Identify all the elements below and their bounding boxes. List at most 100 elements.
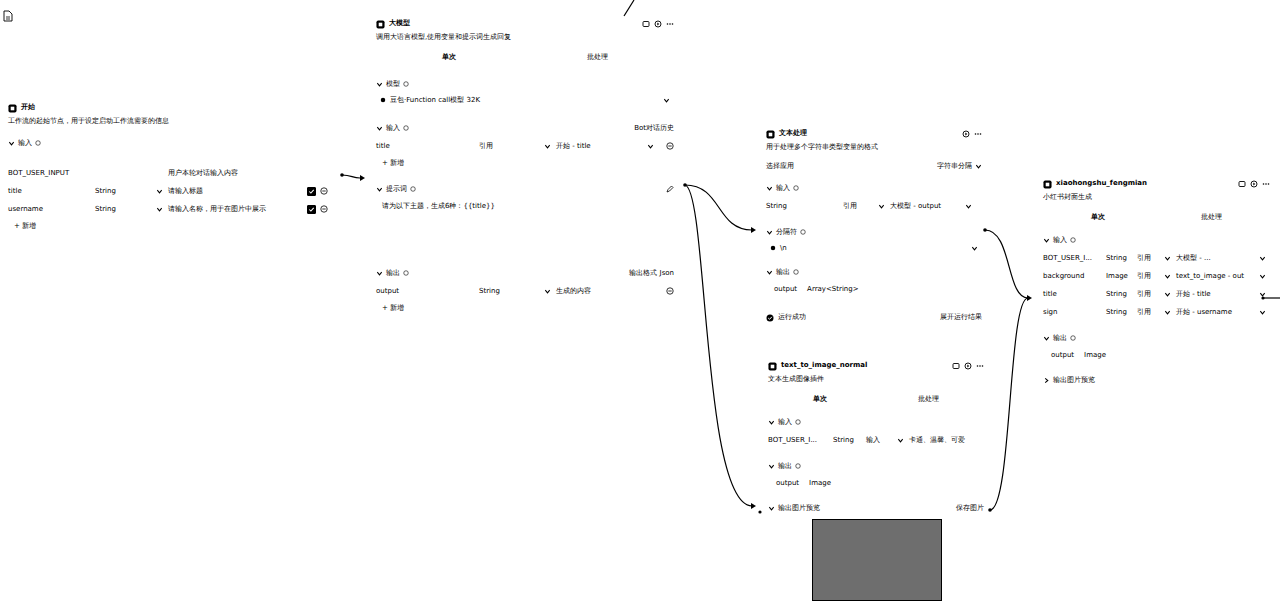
section-header[interactable]: 输入 [766,183,982,193]
field-value[interactable]: output [376,287,476,296]
field-value[interactable]: sign [1043,308,1103,317]
add-button[interactable]: + 新增 [8,222,328,231]
option-select[interactable]: 字符串分隔 [937,162,982,171]
field-value[interactable]: 生成的内容 [556,287,656,296]
field-value[interactable]: String [1106,290,1134,299]
debug-icon[interactable] [1238,180,1246,188]
more-icon[interactable] [1262,180,1270,188]
debug-icon[interactable] [642,20,650,28]
field-value[interactable]: 卡通、温馨、可爱 [909,436,979,445]
mode-tab[interactable]: 单次 [436,52,462,63]
field-value[interactable]: BOT_USER_I... [768,436,830,445]
add-button[interactable]: + 新增 [376,304,674,313]
more-icon[interactable] [666,20,674,28]
field-value[interactable]: Image [1084,351,1108,360]
section-extra[interactable]: 保存图片 [956,504,984,513]
workflow-canvas[interactable]: 开始 工作流的起始节点，用于设定启动工作流需要的信息 输入 BOT_USER_I… [0,0,1280,616]
remove-icon[interactable] [666,287,674,295]
required-checkbox[interactable] [307,205,316,214]
field-select[interactable]: 开始 - title [1176,290,1268,299]
field-value[interactable]: output [1051,351,1076,360]
remove-icon[interactable] [666,142,674,150]
field-select[interactable]: 输入 [866,436,906,445]
field-select[interactable]: 引用 [1137,290,1173,299]
workflow-node[interactable]: text_to_image_normal 文本生成图像插件 单次批处理 输入 B… [760,360,992,601]
field-value[interactable]: BOT_USER_I... [1043,254,1103,263]
field-value[interactable]: 用户本轮对话输入内容 [168,169,238,178]
run-icon[interactable] [1250,180,1258,188]
field-value[interactable]: String [833,436,863,445]
section-extra[interactable]: Bot对话历史 [634,124,674,133]
prompt-text[interactable]: 请为以下主题，生成6种：{{title}} [376,202,674,252]
field-value[interactable]: Image [809,479,833,488]
status-link[interactable]: 展开运行结果 [940,313,982,322]
field-value[interactable]: output [776,479,801,488]
field-value[interactable]: Image [1106,272,1134,281]
field-value[interactable]: output [774,285,799,294]
remove-icon[interactable] [320,205,328,213]
section-header[interactable]: 输入 [1043,235,1270,245]
workflow-node[interactable]: 开始 工作流的起始节点，用于设定启动工作流需要的信息 输入 BOT_USER_I… [0,102,336,231]
section-header[interactable]: 输入 [768,417,984,427]
mode-tab[interactable]: 单次 [1085,212,1111,223]
field-value[interactable]: title [1043,290,1103,299]
debug-icon[interactable] [952,362,960,370]
run-icon[interactable] [962,130,970,138]
mode-tab[interactable]: 批处理 [912,394,945,405]
section-header[interactable]: 输出图片预览 保存图片 [768,503,984,513]
section-header[interactable]: 输出 [1043,333,1270,343]
remove-icon[interactable] [320,187,328,195]
section-header[interactable]: 模型 [376,79,674,89]
section-header[interactable]: 提示词 [376,184,674,194]
field-select[interactable]: 引用 [843,202,887,211]
more-icon[interactable] [976,362,984,370]
run-icon[interactable] [654,20,662,28]
model-icon [770,245,776,251]
section-header[interactable]: 输出 输出格式 Json [376,268,674,278]
field-value[interactable]: 请输入标题 [168,187,304,196]
field-value[interactable]: username [8,205,92,214]
field-select[interactable]: 引用 [1137,254,1173,263]
field-select[interactable]: String [479,287,553,296]
section-extra[interactable]: 输出格式 Json [629,269,674,278]
field-select[interactable]: 大模型 - output [890,202,974,211]
section-header[interactable]: 输出 [768,461,984,471]
field-select[interactable]: 引用 [1137,272,1173,281]
field-value[interactable]: String [766,202,840,211]
required-checkbox[interactable] [307,187,316,196]
workflow-node[interactable]: 文本处理 用于处理多个字符串类型变量的格式 选择应用 字符串分隔 输入 Stri… [758,128,990,322]
mode-tab[interactable]: 批处理 [1195,212,1228,223]
workflow-node[interactable]: 大模型 调用大语言模型,使用变量和提示词生成回复 单次批处理 模型 豆包·Fun… [368,18,682,313]
field-select[interactable]: text_to_image - out [1176,272,1268,281]
field-select[interactable]: 大模型 - ... [1176,254,1268,263]
document-icon[interactable] [3,10,13,22]
select-box[interactable]: 豆包·Function call模型 32K [376,93,674,107]
section-header[interactable]: 分隔符 [766,227,982,237]
field-value[interactable]: title [8,187,92,196]
field-value[interactable]: Array<String> [807,285,860,294]
field-select[interactable]: String [95,187,165,196]
workflow-node[interactable]: xiaohongshu_fengmian 小红书封面生成 单次批处理 输入 BO… [1035,178,1278,385]
field-value[interactable]: String [1106,308,1134,317]
select-box[interactable]: \n [766,241,982,255]
field-value[interactable]: background [1043,272,1103,281]
mode-tab[interactable]: 批处理 [581,52,614,63]
more-icon[interactable] [974,130,982,138]
section-header[interactable]: 输入 [8,138,328,148]
field-select[interactable]: String [95,205,165,214]
run-icon[interactable] [964,362,972,370]
field-value[interactable]: 请输入名称，用于在图片中展示 [168,205,304,214]
field-value[interactable]: String [1106,254,1134,263]
mode-tab[interactable]: 单次 [807,394,833,405]
prompt-edit-icon[interactable] [666,185,674,193]
section-header[interactable]: 输出图片预览 [1043,375,1270,385]
field-value[interactable]: BOT_USER_INPUT [8,169,92,178]
section-header[interactable]: 输出 [766,267,982,277]
section-header[interactable]: 输入 Bot对话历史 [376,123,674,133]
field-select[interactable]: 开始 - title [556,142,656,151]
field-value[interactable]: title [376,142,476,151]
field-select[interactable]: 引用 [1137,308,1173,317]
field-select[interactable]: 开始 - username [1176,308,1268,317]
field-select[interactable]: 引用 [479,142,553,151]
add-button[interactable]: + 新增 [376,159,674,168]
